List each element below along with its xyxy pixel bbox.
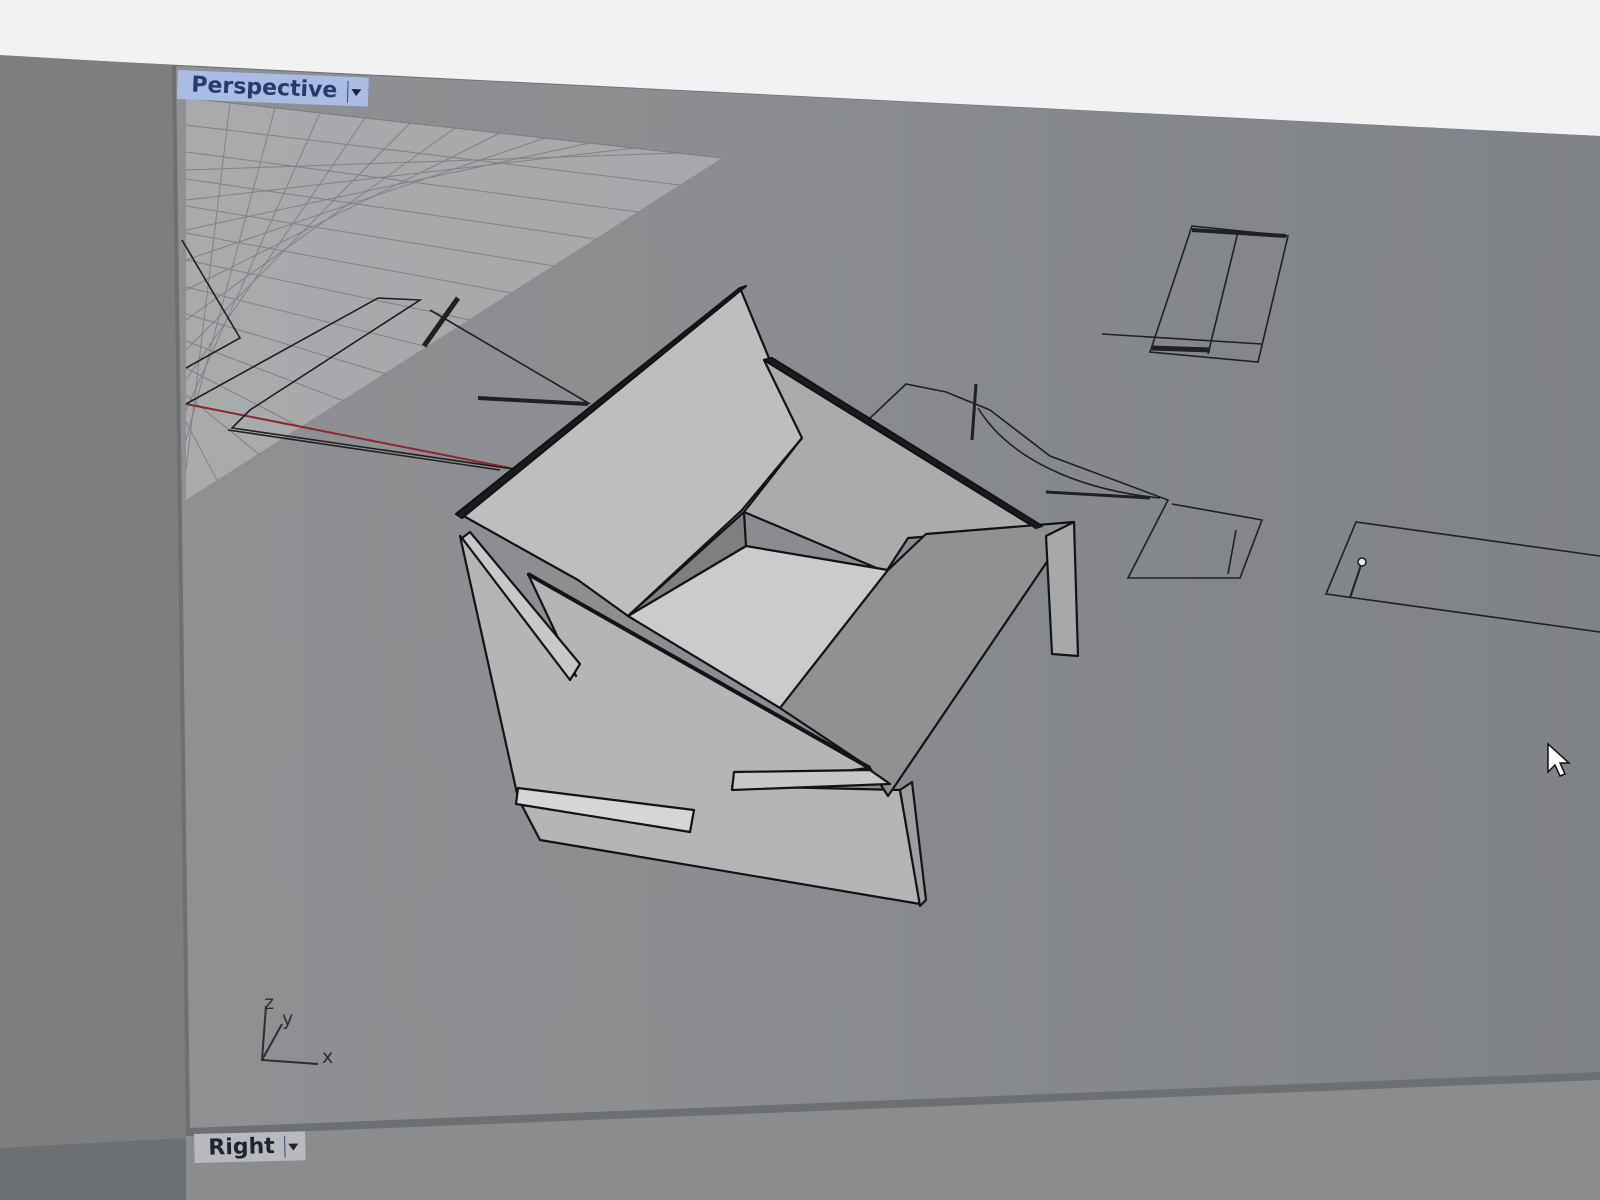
- world-axes-icon: z y x: [258, 992, 348, 1080]
- chair-model[interactable]: [454, 284, 1080, 908]
- right-panel-drawing: [1101, 225, 1289, 363]
- viewport-title-perspective: Perspective: [190, 72, 338, 104]
- back-profile-dimension: [1227, 529, 1237, 575]
- cad-screen: Perspective Right z y x: [0, 0, 1600, 1200]
- axis-label-x: x: [322, 1046, 334, 1068]
- axis-label-y: y: [282, 1008, 294, 1030]
- right-rear-leg[interactable]: [1044, 520, 1080, 658]
- bottom-center-tab[interactable]: [730, 768, 892, 792]
- profile-dimension: [227, 429, 501, 471]
- mouse-pointer-icon: [1547, 742, 1571, 777]
- viewport-scene: [181, 97, 1600, 908]
- profile-edge: [429, 309, 591, 405]
- back-profile-tick: [970, 383, 978, 441]
- panel-base-line: [1101, 333, 1263, 345]
- chevron-down-icon[interactable]: [284, 1134, 301, 1158]
- flat-part-hole: [1357, 557, 1367, 567]
- flat-part-drawing: [1324, 521, 1600, 633]
- profile-bar: [477, 396, 589, 406]
- flat-part-outline: [1324, 521, 1600, 633]
- viewport-title-right: Right: [208, 1134, 276, 1161]
- flat-part-slot: [1349, 561, 1363, 599]
- axis-label-z: z: [264, 992, 274, 1014]
- chevron-down-icon[interactable]: [346, 80, 363, 103]
- panel-divider: [1207, 231, 1239, 355]
- panel-slot: [1151, 345, 1211, 353]
- viewport-tab-right[interactable]: Right: [194, 1131, 307, 1163]
